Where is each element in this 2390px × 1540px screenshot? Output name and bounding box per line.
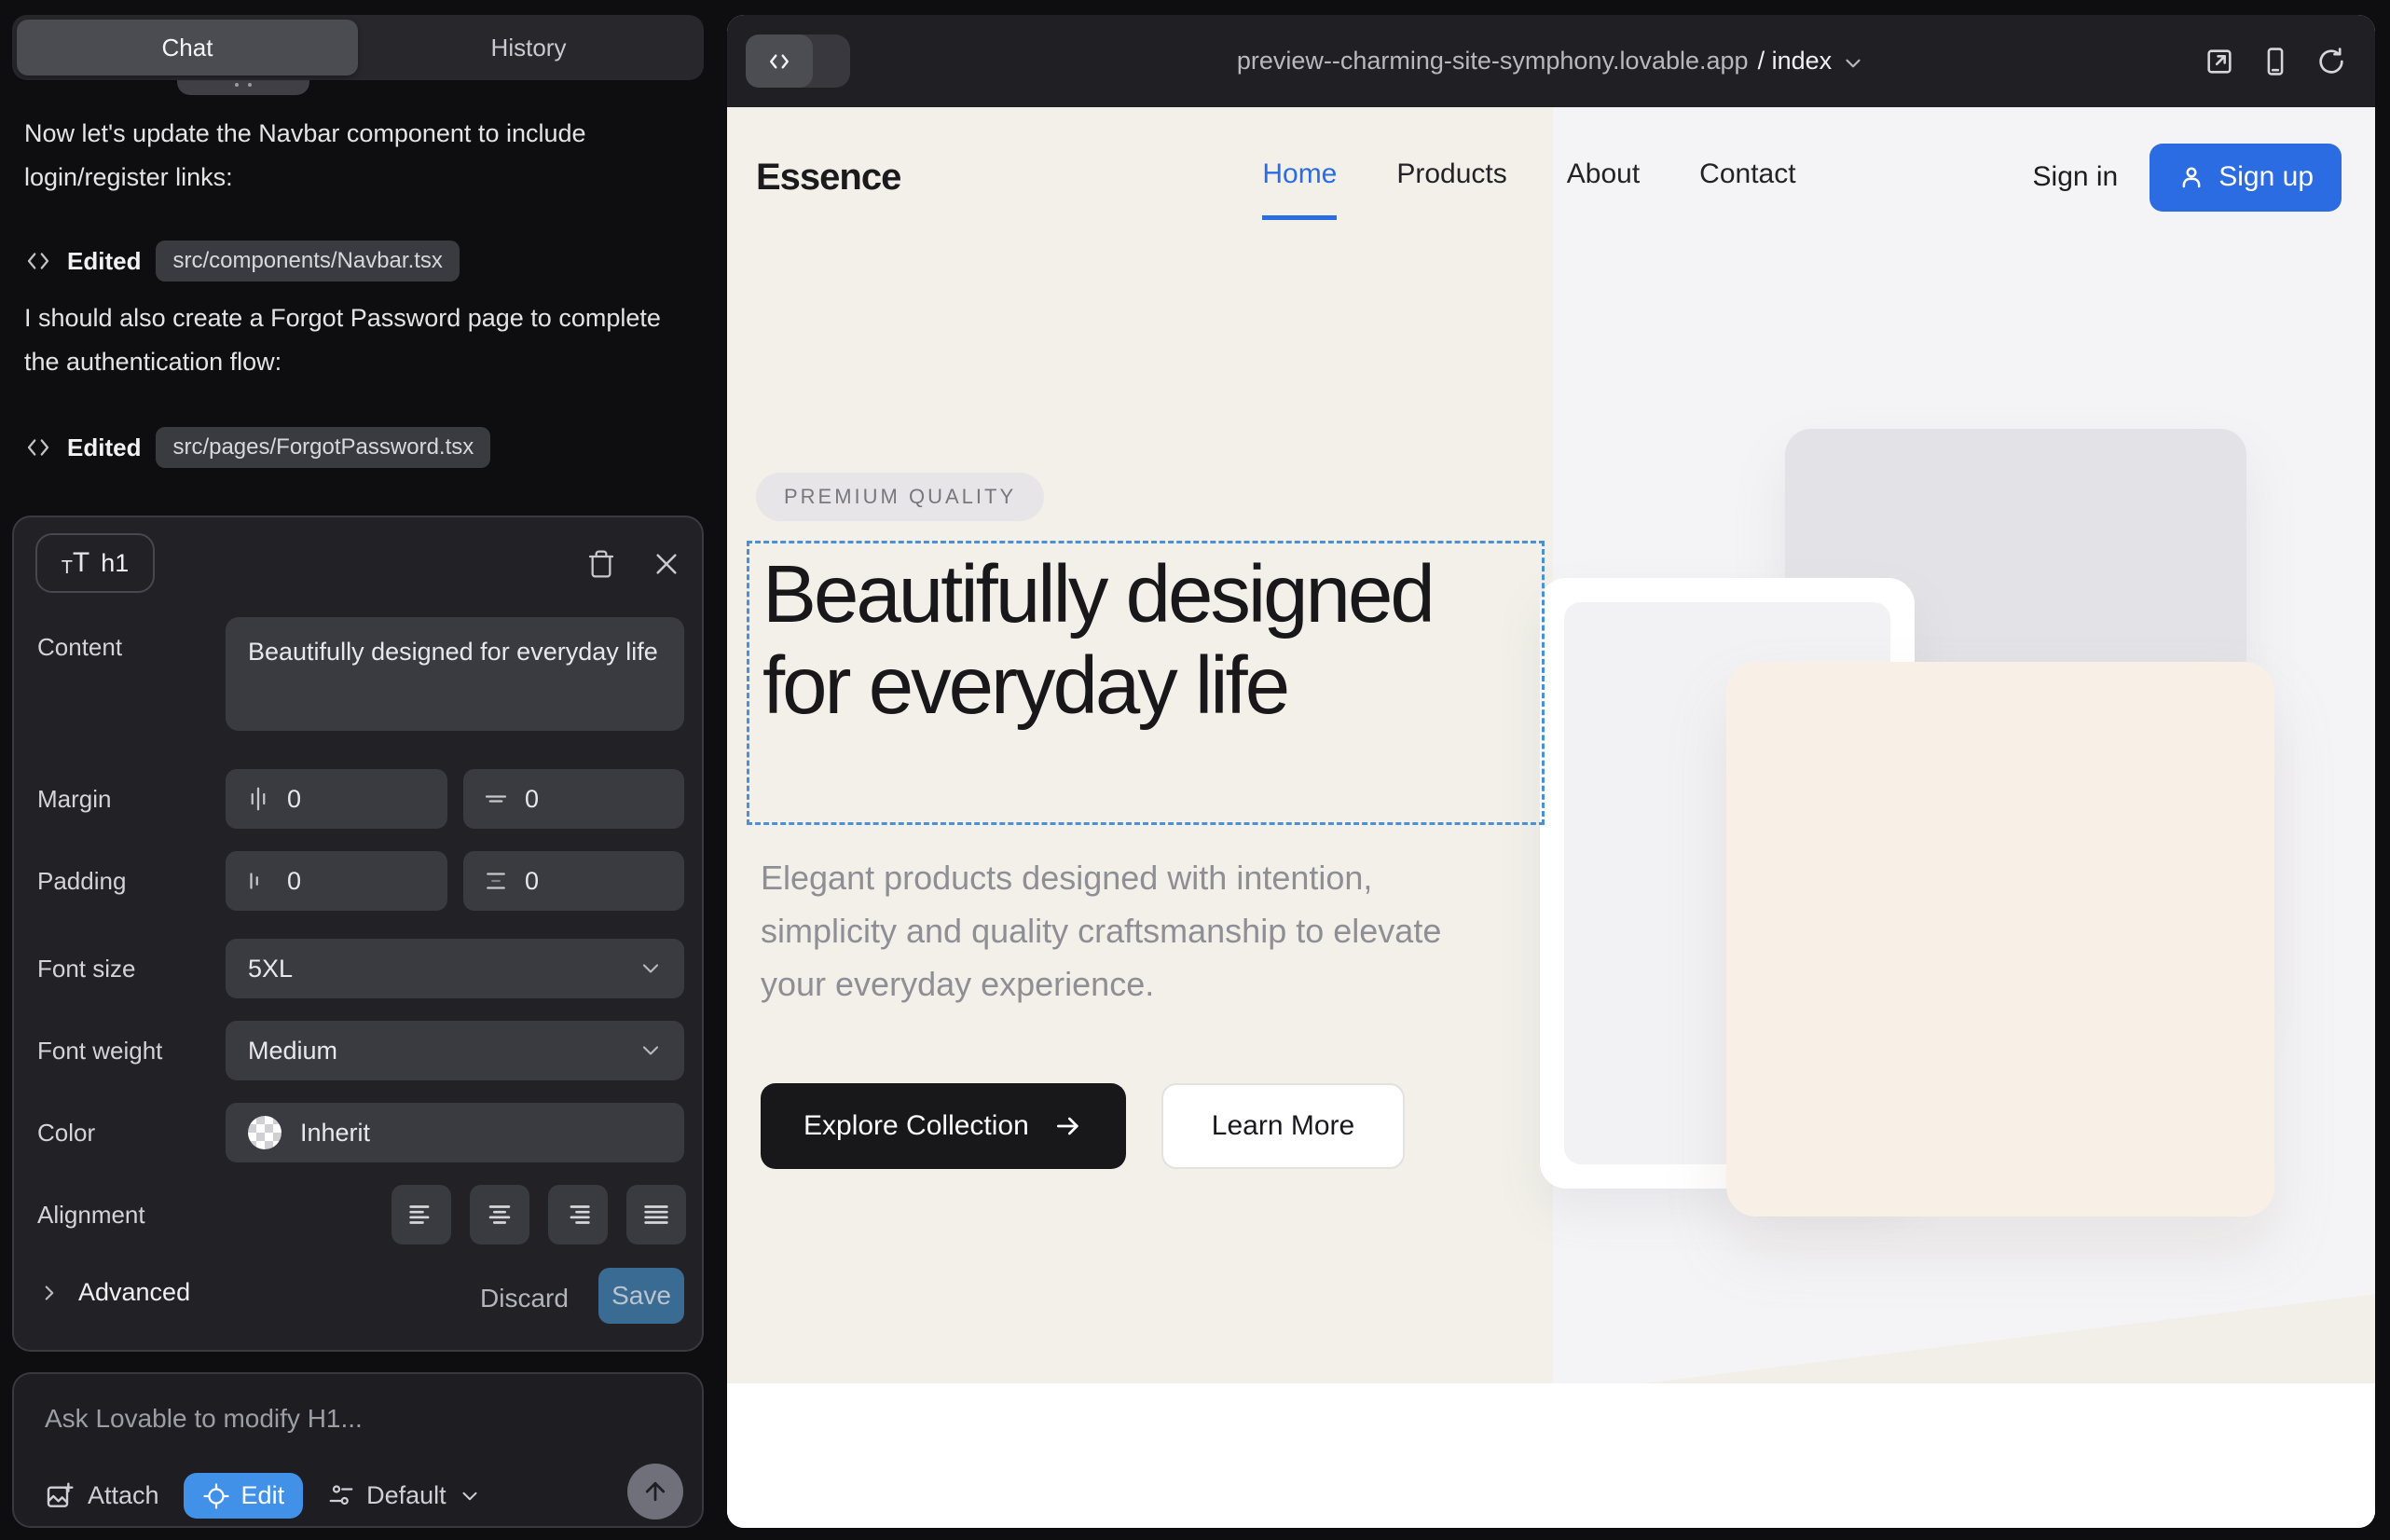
site-canvas: Essence Home Products About Contact Sign…	[727, 107, 2375, 1528]
file-chip[interactable]: src/components/Navbar.tsx	[156, 241, 459, 282]
send-button[interactable]	[627, 1464, 683, 1519]
site-navbar: Essence Home Products About Contact Sign…	[727, 107, 2375, 247]
element-editor-panel: TT h1 Content Beautifully designed for e…	[12, 516, 704, 1352]
preview-topbar: preview--charming-site-symphony.lovable.…	[727, 15, 2375, 107]
font-weight-label: Font weight	[37, 1037, 162, 1066]
premium-badge: PREMIUM QUALITY	[756, 473, 1044, 521]
margin-horizontal-icon	[244, 785, 272, 813]
typography-icon: TT	[62, 549, 90, 577]
site-logo[interactable]: Essence	[756, 157, 900, 199]
color-swatch	[248, 1116, 282, 1149]
padding-vertical-icon	[482, 867, 510, 895]
scrolled-chip-partial	[177, 80, 309, 95]
padding-horizontal-icon	[244, 867, 272, 895]
sign-up-button[interactable]: Sign up	[2150, 144, 2342, 212]
nav-link-about[interactable]: About	[1567, 158, 1640, 196]
nav-link-home[interactable]: Home	[1262, 158, 1337, 196]
sidebar-tabbar: Chat History	[12, 15, 704, 80]
save-button[interactable]: Save	[598, 1268, 684, 1324]
align-left-button[interactable]	[391, 1185, 451, 1244]
nav-link-contact[interactable]: Contact	[1699, 158, 1795, 196]
selected-element-pill[interactable]: TT h1	[35, 533, 155, 593]
margin-label: Margin	[37, 785, 111, 814]
attach-button[interactable]: Attach	[45, 1481, 159, 1511]
hero-card-cream	[1726, 662, 2274, 1217]
font-size-label: Font size	[37, 955, 136, 983]
element-tag: h1	[101, 549, 129, 578]
open-external-icon[interactable]	[2204, 46, 2235, 77]
hero-description: Elegant products designed with intention…	[761, 851, 1497, 1011]
padding-label: Padding	[37, 867, 126, 896]
image-plus-icon	[45, 1481, 75, 1511]
chevron-down-icon	[638, 1038, 664, 1064]
learn-more-button[interactable]: Learn More	[1161, 1083, 1405, 1169]
target-icon	[202, 1482, 230, 1510]
chat-sidebar: Chat History Now let's update the Navbar…	[0, 0, 727, 1540]
explore-collection-button[interactable]: Explore Collection	[761, 1083, 1126, 1169]
advanced-toggle[interactable]: Advanced	[37, 1278, 190, 1307]
edited-label: Edited	[67, 433, 141, 462]
padding-x-input[interactable]: 0	[226, 851, 447, 911]
sign-in-link[interactable]: Sign in	[2033, 161, 2119, 193]
url-host: preview--charming-site-symphony.lovable.…	[1237, 47, 1749, 76]
edit-mode-button[interactable]: Edit	[184, 1473, 304, 1519]
chevron-down-icon	[458, 1484, 482, 1508]
nav-link-products[interactable]: Products	[1396, 158, 1506, 196]
close-icon[interactable]	[652, 549, 681, 579]
edited-label: Edited	[67, 247, 141, 276]
chevron-right-icon	[37, 1281, 62, 1305]
padding-y-input[interactable]: 0	[463, 851, 684, 911]
margin-y-input[interactable]: 0	[463, 769, 684, 829]
margin-x-input[interactable]: 0	[226, 769, 447, 829]
content-textarea[interactable]: Beautifully designed for everyday life	[226, 617, 684, 731]
chevron-down-icon	[1841, 51, 1865, 76]
url-path: / index	[1758, 47, 1833, 76]
font-weight-select[interactable]: Medium	[226, 1021, 684, 1080]
mobile-view-icon[interactable]	[2260, 46, 2291, 77]
content-label: Content	[37, 633, 122, 662]
url-bar[interactable]: preview--charming-site-symphony.lovable.…	[727, 15, 2375, 107]
margin-vertical-icon	[482, 785, 510, 813]
color-label: Color	[37, 1119, 95, 1148]
selected-element-outline[interactable]: Beautifully designed for everyday life	[747, 541, 1545, 825]
color-select[interactable]: Inherit	[226, 1103, 684, 1162]
code-icon	[24, 247, 52, 275]
chevron-down-icon	[638, 956, 664, 982]
file-chip[interactable]: src/pages/ForgotPassword.tsx	[156, 427, 490, 468]
model-select[interactable]: Default	[327, 1481, 482, 1510]
edited-file-row[interactable]: Edited src/pages/ForgotPassword.tsx	[24, 427, 490, 468]
font-size-select[interactable]: 5XL	[226, 939, 684, 998]
assistant-message: I should also create a Forgot Password p…	[24, 296, 692, 384]
prompt-placeholder: Ask Lovable to modify H1...	[45, 1404, 363, 1434]
code-icon	[24, 433, 52, 461]
refresh-icon[interactable]	[2315, 46, 2347, 77]
discard-button[interactable]: Discard	[480, 1284, 569, 1313]
assistant-message: Now let's update the Navbar component to…	[24, 112, 692, 199]
delete-element-icon[interactable]	[586, 549, 616, 579]
tab-chat[interactable]: Chat	[17, 20, 358, 76]
next-section	[727, 1383, 2375, 1528]
align-right-button[interactable]	[548, 1185, 608, 1244]
preview-window: preview--charming-site-symphony.lovable.…	[727, 15, 2375, 1528]
edited-file-row[interactable]: Edited src/components/Navbar.tsx	[24, 241, 460, 282]
hero-heading[interactable]: Beautifully designed for everyday life	[762, 549, 1527, 732]
align-justify-button[interactable]	[626, 1185, 686, 1244]
tab-history[interactable]: History	[358, 20, 699, 76]
site-nav-links: Home Products About Contact	[1262, 158, 1795, 196]
arrow-right-icon	[1053, 1111, 1083, 1141]
alignment-label: Alignment	[37, 1201, 145, 1230]
sliders-icon	[327, 1482, 355, 1510]
user-icon	[2177, 163, 2205, 191]
align-center-button[interactable]	[470, 1185, 529, 1244]
prompt-box[interactable]: Ask Lovable to modify H1... Attach Edit …	[12, 1372, 704, 1528]
